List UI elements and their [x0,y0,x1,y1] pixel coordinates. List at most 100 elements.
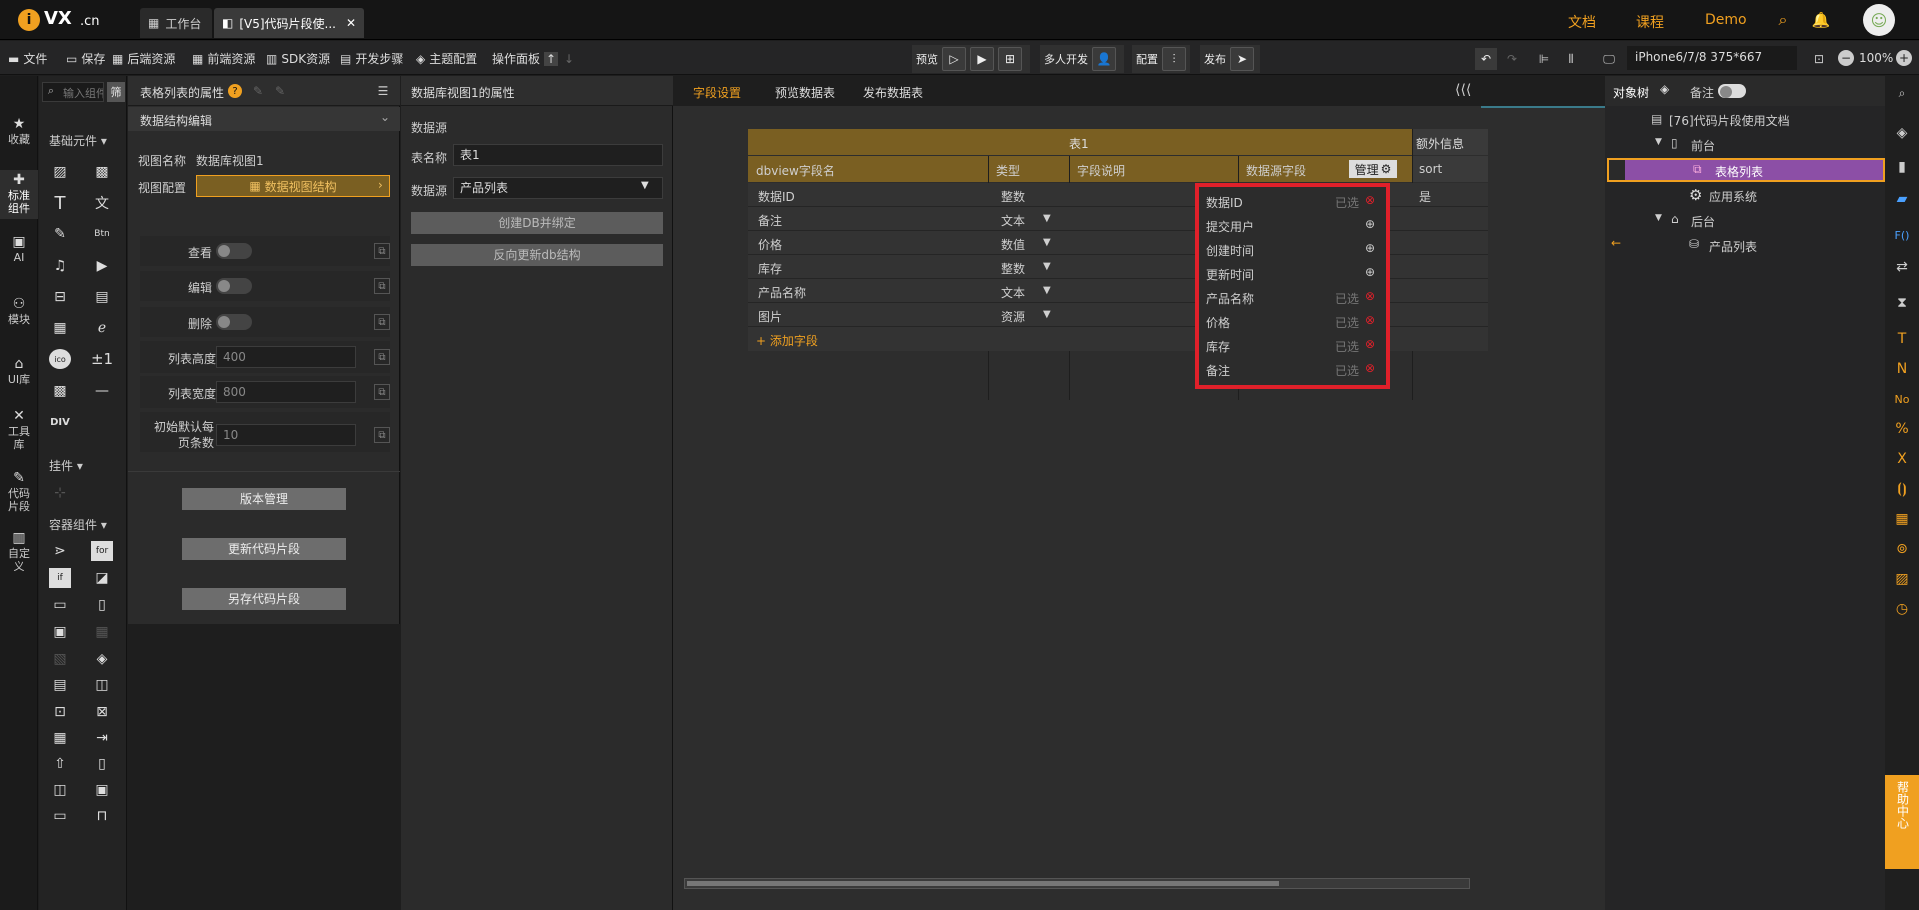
scrollbar-thumb[interactable] [687,881,1279,886]
tree-back[interactable]: 后台 [1691,213,1715,230]
copy-icon[interactable]: ⧉ [374,314,390,330]
align-bar-icon[interactable]: ⫴ [1560,48,1582,70]
tree-root[interactable]: [76]代码片段使用文档 [1669,112,1790,129]
arrow-left-icon[interactable]: ← [1611,236,1621,250]
bell-icon[interactable]: 🔔 [1811,10,1831,30]
remove-circle-icon[interactable]: ⊗ [1365,193,1375,207]
zoom-in-icon[interactable]: + [1896,50,1912,66]
tree-table-list[interactable]: 表格列表 [1715,163,1763,180]
notes-toggle[interactable] [1718,84,1746,98]
image-icon[interactable]: ▨ [1893,570,1911,588]
variable-icon[interactable]: X [1893,450,1911,468]
diamond-icon[interactable]: ◈ [91,649,113,669]
disabled-icon[interactable]: ▧ [49,649,71,669]
row-type-select[interactable]: 整数 [1001,260,1025,277]
avatar[interactable]: ☺ [1863,4,1895,36]
page-size-input[interactable]: 10 [216,424,356,446]
rail-ui-library[interactable]: ⌂ UI库 [0,357,38,386]
ie-icon[interactable]: ℯ [91,318,113,338]
number-type-icon[interactable]: N [1893,360,1911,378]
device-select[interactable]: iPhone6/7/8 375*667 [1627,46,1797,70]
copy-icon[interactable]: ⧉ [374,243,390,259]
picture-icon[interactable]: ▩ [91,162,113,182]
film-icon[interactable]: ▭ [49,806,71,826]
text-icon[interactable]: T [49,193,71,214]
course-link[interactable]: 课程 [1636,12,1664,32]
remove-circle-icon[interactable]: ⊗ [1365,361,1375,375]
book-icon[interactable]: ⊓ [91,806,113,826]
picker-item-name[interactable]: 价格 [1206,314,1230,331]
close-icon[interactable]: ✕ [346,16,356,30]
translate-icon[interactable]: 文 [91,193,113,213]
btn-icon[interactable]: Btn [91,224,113,244]
rail-code-snippets[interactable]: ✎ 代码 片段 [0,471,38,513]
frame-icon[interactable]: ◫ [91,675,113,695]
zoom-out-icon[interactable]: − [1838,50,1854,66]
mobile-icon[interactable]: ▣ [91,780,113,800]
row-type-select[interactable]: 文本 [1001,284,1025,301]
users-icon[interactable]: 👤 [1092,47,1116,71]
icon-icon[interactable]: ico [49,349,71,369]
number-icon[interactable]: ⊟ [49,287,71,307]
hourglass-icon[interactable]: ⧗ [1893,294,1911,312]
update-snippet-button[interactable]: 更新代码片段 [182,538,346,560]
edit-toggle[interactable] [216,278,252,294]
table-icon[interactable]: ▦ [1893,510,1911,528]
picker-item-name[interactable]: 产品名称 [1206,290,1254,307]
view-toggle[interactable] [216,243,252,259]
tab-preview-table[interactable]: 预览数据表 [775,84,835,101]
qrcode-icon[interactable]: ⊞ [998,47,1022,71]
picker-item-name[interactable]: 提交用户 [1206,218,1254,235]
tab-object-tree[interactable]: 对象树 [1613,84,1649,101]
caret-down-icon[interactable]: ▼ [1655,213,1662,223]
copy-icon[interactable]: ⧉ [374,427,390,443]
chevron-down-icon[interactable]: ⌄ [380,110,390,124]
percent-icon[interactable]: % [1893,420,1911,438]
copy-icon[interactable]: ⧉ [374,384,390,400]
docs-link[interactable]: 文档 [1568,12,1596,32]
add-circle-icon[interactable]: ⊕ [1365,241,1375,255]
caret-down-icon[interactable]: ▼ [1655,137,1662,147]
function-icon[interactable]: F() [1893,226,1911,244]
tab-workspace[interactable]: ▦ 工作台 [140,8,212,38]
tab-code-snippet[interactable]: ◧ [V5]代码片段使... ✕ [214,8,364,38]
cross-icon[interactable]: ⊠ [91,702,113,722]
no-icon[interactable]: No [1893,390,1911,408]
rail-ai[interactable]: ▣ AI [0,235,38,264]
play-icon[interactable]: ▶ [970,47,994,71]
list-height-input[interactable]: 400 [216,346,356,368]
rail-tools[interactable]: ✕ 工具 库 [0,409,38,451]
flow-icon[interactable]: ⋗ [49,541,71,561]
section-basic[interactable]: 基础元件 ▾ [49,132,107,149]
table-name-input[interactable]: 表1 [453,144,663,166]
arrow-down-icon[interactable]: ↓ [562,52,576,66]
draw-icon[interactable]: ✎ [49,224,71,244]
view-structure-button[interactable]: ▦ 数据视图结构 [196,175,390,197]
add-circle-icon[interactable]: ⊕ [1365,217,1375,231]
layers-icon[interactable]: ◈ [1893,124,1911,142]
object-icon[interactable]: ⊚ [1893,540,1911,558]
sliders-icon[interactable]: ⫶ [1162,47,1186,71]
stepper-icon[interactable]: ±1 [91,349,113,369]
row-type-select[interactable]: 文本 [1001,212,1025,229]
send-icon[interactable]: ➤ [1230,47,1254,71]
radio-icon[interactable]: ⊡ [49,702,71,722]
op-panel-button[interactable]: 操作面板 ↑ ↓ [492,50,576,67]
file-menu[interactable]: ▬ 文件 [8,50,47,67]
picker-item-name[interactable]: 库存 [1206,338,1230,355]
add-field-button[interactable]: + 添加字段 [756,332,818,349]
picker-item-name[interactable]: 更新时间 [1206,266,1254,283]
row-type-select[interactable]: 数值 [1001,236,1025,253]
remove-circle-icon[interactable]: ⊗ [1365,289,1375,303]
clock-icon[interactable]: ◷ [1893,600,1911,618]
comment-icon[interactable]: ▮ [1893,158,1911,176]
row-type-select[interactable]: 资源 [1001,308,1025,325]
arrow-up-icon[interactable]: ↑ [544,51,559,66]
version-manage-button[interactable]: 版本管理 [182,488,346,510]
remove-circle-icon[interactable]: ⊗ [1365,337,1375,351]
column-icon[interactable]: ▯ [91,595,113,615]
manage-button[interactable]: 管理 ⚙ [1349,160,1397,178]
demo-link[interactable]: Demo [1705,12,1747,28]
save-as-snippet-button[interactable]: 另存代码片段 [182,588,346,610]
create-db-bind-button[interactable]: 创建DB并绑定 [411,212,663,234]
